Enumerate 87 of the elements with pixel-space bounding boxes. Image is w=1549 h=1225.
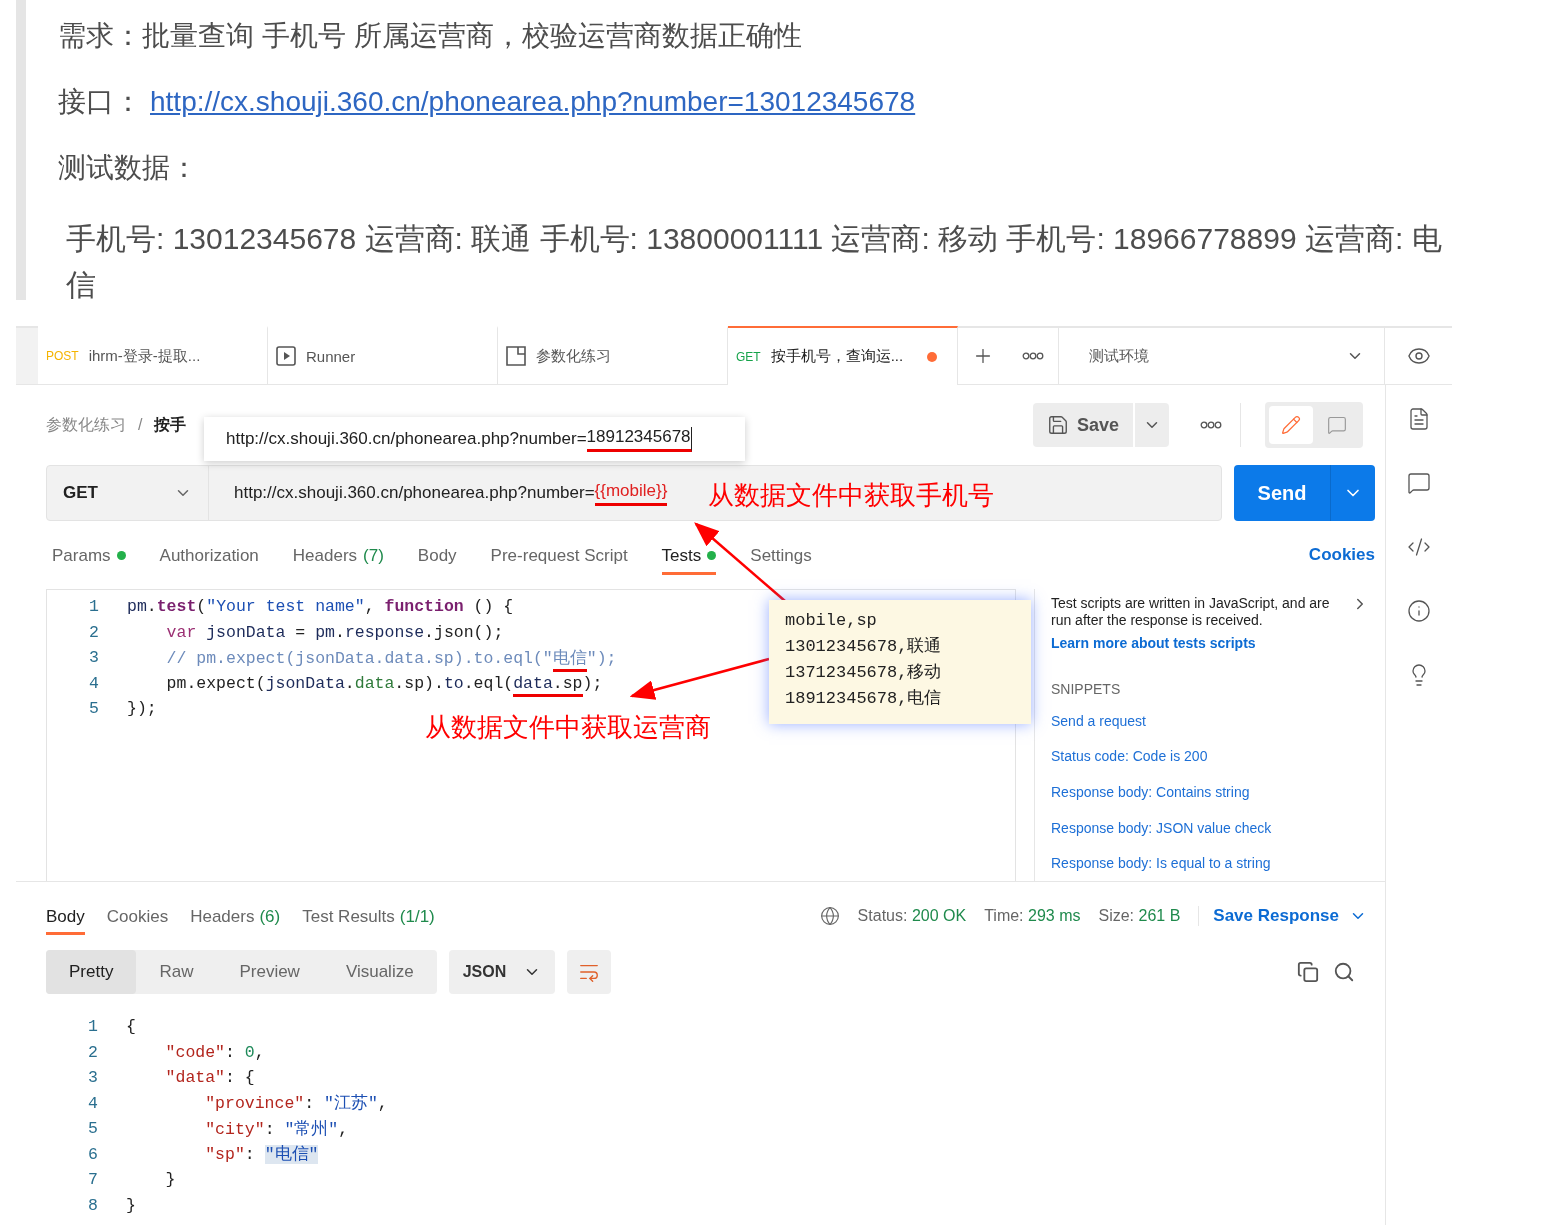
line-number: 3	[87, 1068, 98, 1088]
wrap-button[interactable]	[566, 950, 611, 994]
breadcrumb-item[interactable]: 按手	[154, 414, 187, 436]
line-number: 4	[88, 673, 99, 693]
api-label: 接口：	[58, 86, 142, 117]
line-number: 7	[87, 1170, 98, 1190]
code-line: }	[126, 1195, 136, 1215]
request-section-tab[interactable]: Tests	[661, 535, 717, 575]
snippets-heading: SNIPPETS	[1051, 681, 1122, 697]
data-file-popup: mobile,sp 13012345678,联通 13712345678,移动 18912345678,电信	[769, 600, 1031, 724]
code-line: var jsonData = pm.response.json();	[165, 622, 504, 642]
play-icon	[276, 346, 296, 366]
request-tab[interactable]: POST ihrm-登录-提取...	[38, 326, 268, 384]
line-number: 4	[87, 1093, 98, 1113]
save-response-button[interactable]: Save Response	[1198, 906, 1367, 926]
requirement-text: 需求：批量查询 手机号 所属运营商，校验运营商数据正确性	[58, 19, 803, 53]
snippet-link[interactable]: Response body: Contains string	[1051, 774, 1369, 810]
more-icon	[1022, 352, 1044, 360]
response-tab[interactable]: Headers (6)	[190, 897, 281, 935]
save-button[interactable]: Save	[1032, 403, 1133, 447]
response-tab[interactable]: Cookies	[106, 897, 169, 935]
line-number: 5	[88, 699, 99, 719]
copy-icon[interactable]	[1297, 961, 1319, 983]
document-icon[interactable]	[1407, 407, 1431, 431]
cookies-link[interactable]: Cookies	[1308, 545, 1375, 565]
response-stat: Time: 293 ms	[984, 907, 1081, 925]
code-line: // pm.expect(jsonData.data.sp).to.eql("电信");	[127, 646, 617, 669]
view-tab[interactable]: Visualize	[322, 950, 437, 994]
view-tab[interactable]: Pretty	[46, 950, 137, 994]
test-data-label: 测试数据：	[58, 151, 199, 185]
response-tab[interactable]: Body	[46, 897, 85, 935]
response-tab[interactable]: Test Results (1/1)	[302, 897, 435, 935]
code-line: pm.test("Your test name", function () {	[127, 597, 514, 617]
collection-icon	[506, 346, 526, 366]
view-tab[interactable]: Raw	[136, 950, 217, 994]
comment-icon[interactable]	[1407, 471, 1431, 495]
api-link[interactable]: http://cx.shouji.360.cn/phonearea.php?number=13012345678	[150, 86, 916, 117]
request-tab[interactable]: 参数化练习	[498, 326, 728, 384]
snippet-link[interactable]: Response body: Is equal to a string	[1051, 845, 1369, 881]
unsaved-dot	[927, 351, 937, 362]
more-icon	[1199, 421, 1222, 429]
line-number: 8	[87, 1195, 98, 1215]
code-line: "sp": "电信"	[204, 1144, 319, 1166]
format-select[interactable]: JSON	[448, 950, 555, 994]
breadcrumb-item[interactable]: 参数化练习	[46, 414, 126, 436]
request-section-tab[interactable]: Pre-request Script	[490, 535, 628, 575]
snippet-link[interactable]: Send a request	[1051, 703, 1369, 739]
request-section-tab[interactable]: Authorization	[159, 535, 259, 575]
line-number: 2	[88, 622, 99, 642]
request-section-tab[interactable]: Settings	[750, 535, 812, 575]
code-line: });	[127, 699, 157, 719]
search-icon[interactable]	[1333, 961, 1355, 983]
globe-icon[interactable]	[819, 906, 840, 926]
edit-button[interactable]	[1269, 406, 1313, 444]
info-icon[interactable]	[1407, 599, 1431, 623]
code-line: "city": "常州",	[204, 1118, 349, 1140]
pencil-icon	[1281, 415, 1301, 435]
test-data-text: 手机号: 13012345678 运营商: 联通 手机号: 13800001111 运营商: 移动 手机号: 18966778899 运营商: 电信	[65, 221, 1443, 303]
environment-select[interactable]: 测试环境	[1058, 328, 1384, 384]
line-number: 1	[87, 1017, 98, 1037]
line-number: 2	[87, 1042, 98, 1062]
request-tab[interactable]: GET 按手机号，查询运...	[728, 326, 958, 385]
request-tab[interactable]: Runner	[268, 326, 498, 384]
line-number: 1	[88, 597, 99, 617]
line-number: 6	[87, 1144, 98, 1164]
url-tooltip: http://cx.shouji.360.cn/phonearea.php?number=18912345678	[204, 417, 745, 461]
code-line: "data": {	[164, 1068, 255, 1088]
comment-icon	[1327, 415, 1347, 435]
response-stat: Status: 200 OK	[857, 907, 967, 925]
annotation-text: 从数据文件中获取运营商	[425, 711, 711, 744]
code-line: {	[126, 1017, 136, 1037]
help-text: Test scripts are written in JavaScript, and are run after the response is received.	[1051, 595, 1331, 629]
line-number: 3	[88, 648, 99, 668]
code-icon[interactable]	[1407, 535, 1431, 559]
view-tab[interactable]: Preview	[216, 950, 323, 994]
snippet-link[interactable]: Response body: JSON value check	[1051, 809, 1369, 846]
snippet-link[interactable]: Status code: Code is 200	[1051, 738, 1369, 775]
line-number: 5	[87, 1119, 98, 1139]
breadcrumb-separator: /	[138, 416, 143, 434]
code-line: "code": 0,	[164, 1042, 265, 1062]
request-section-tab[interactable]: Headers (7)	[292, 535, 384, 575]
request-section-tab[interactable]: Params	[52, 535, 126, 575]
response-stat: Size: 261 B	[1098, 907, 1181, 925]
code-line: "province": "江苏",	[204, 1093, 388, 1115]
code-line: }	[164, 1170, 176, 1190]
request-section-tab[interactable]: Body	[417, 535, 457, 575]
learn-more-link[interactable]: Learn more about tests scripts	[1051, 635, 1369, 651]
